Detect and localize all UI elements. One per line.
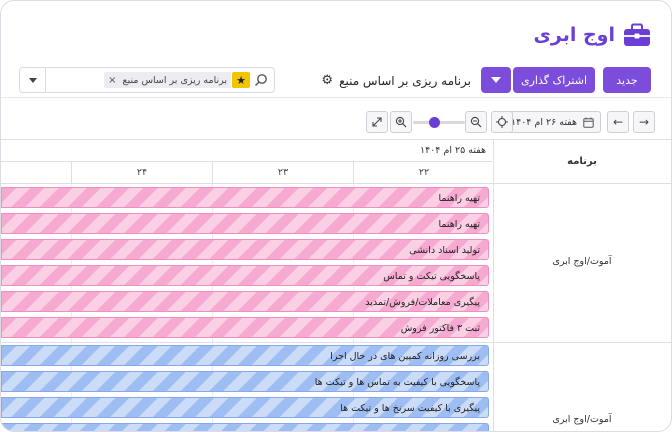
day-header bbox=[1, 162, 71, 184]
facet-label: برنامه ریزی بر اساس منبع bbox=[122, 74, 227, 86]
date-label: هفته ۲۶ ام ۱۴۰۴ bbox=[511, 116, 577, 128]
brand-name: اوج ابری bbox=[533, 24, 615, 46]
task-bar[interactable]: بررسی روزانه کمپین های در حال اجرا bbox=[1, 345, 489, 366]
task-bar[interactable]: پاسخگویی تیکت و تماس bbox=[1, 265, 489, 286]
new-button[interactable]: جدید bbox=[603, 67, 651, 93]
favorite-star-icon: ★ bbox=[232, 72, 250, 88]
search-facet[interactable]: × برنامه ریزی بر اساس منبع bbox=[104, 72, 231, 88]
day-header: ۲۴ bbox=[71, 162, 212, 184]
control-panel: جدید اشتراک گذاری برنامه ریزی بر اساس من… bbox=[1, 67, 671, 93]
group-label: آموت/اوج ابری bbox=[552, 256, 612, 267]
task-bar[interactable]: پاسخگویی با کیفیت به تماس ها و تیکت ها bbox=[1, 371, 489, 392]
day-header: ۲۳ bbox=[212, 162, 353, 184]
gantt-chart: برنامه هفته ۲۵ ام ۱۴۰۴ ۲۲ ۲۳ ۲۴ آموت/اوج… bbox=[1, 139, 671, 431]
expand-icon bbox=[372, 117, 382, 127]
date-picker[interactable]: هفته ۲۶ ام ۱۴۰۴ bbox=[504, 111, 601, 133]
calendar-icon bbox=[583, 117, 594, 128]
gantt-toolbar: → ← هفته ۲۶ ام ۱۴۰۴ bbox=[1, 111, 671, 135]
close-icon[interactable]: × bbox=[108, 75, 116, 86]
zoom-in-icon bbox=[395, 116, 407, 128]
task-bar[interactable]: تهیه راهنما bbox=[1, 213, 489, 234]
caret-down-icon bbox=[28, 77, 37, 83]
divider bbox=[1, 97, 671, 98]
previous-period-button[interactable]: ← bbox=[607, 111, 629, 133]
task-bar[interactable]: تهیه راهنما bbox=[1, 187, 489, 208]
share-button[interactable]: اشتراک گذاری bbox=[513, 67, 595, 93]
label-column bbox=[493, 140, 671, 431]
focus-today-button[interactable] bbox=[491, 111, 513, 133]
more-actions-button[interactable] bbox=[481, 67, 511, 93]
task-bar[interactable]: پیگیری معاملات/فروش/تمدید bbox=[1, 291, 489, 312]
arrow-right-icon: → bbox=[638, 115, 650, 129]
task-bar[interactable]: تولید اسناد دانشی bbox=[1, 239, 489, 260]
expand-button[interactable] bbox=[366, 111, 388, 133]
zoom-out-button[interactable] bbox=[465, 111, 487, 133]
zoom-out-icon bbox=[470, 116, 482, 128]
search-options-toggle[interactable] bbox=[20, 68, 46, 92]
task-bar[interactable]: پیگیری با کیفیت سرنخ ها و تیکت ها bbox=[1, 397, 489, 418]
brand-logo[interactable]: اوج ابری bbox=[533, 21, 651, 49]
view-title-text: برنامه ریزی بر اساس منبع bbox=[339, 73, 471, 88]
arrow-left-icon: ← bbox=[612, 115, 624, 129]
day-header: ۲۲ bbox=[353, 162, 494, 184]
zoom-slider-knob[interactable] bbox=[429, 117, 440, 128]
briefcase-icon bbox=[624, 23, 650, 46]
gear-icon[interactable]: ⚙ bbox=[321, 73, 333, 88]
group-label: آموت/اوج ابری bbox=[552, 414, 612, 425]
caret-down-icon bbox=[491, 77, 501, 83]
search-icon[interactable] bbox=[254, 73, 268, 87]
task-bar[interactable]: ثبت ۳ فاکتور فروش bbox=[1, 317, 489, 338]
view-title: برنامه ریزی بر اساس منبع ⚙ bbox=[321, 73, 471, 88]
task-bar[interactable]: ... bbox=[1, 423, 489, 431]
crosshair-icon bbox=[496, 116, 508, 128]
app-window: اوج ابری جدید اشتراک گذاری برنامه ریزی ب… bbox=[0, 0, 672, 432]
next-period-button[interactable]: → bbox=[633, 111, 655, 133]
zoom-slider[interactable] bbox=[413, 117, 465, 128]
zoom-in-button[interactable] bbox=[390, 111, 412, 133]
search-bar[interactable]: ★ × برنامه ریزی بر اساس منبع bbox=[19, 67, 275, 93]
group-separator bbox=[1, 342, 671, 343]
week-header: هفته ۲۵ ام ۱۴۰۴ bbox=[1, 140, 492, 162]
